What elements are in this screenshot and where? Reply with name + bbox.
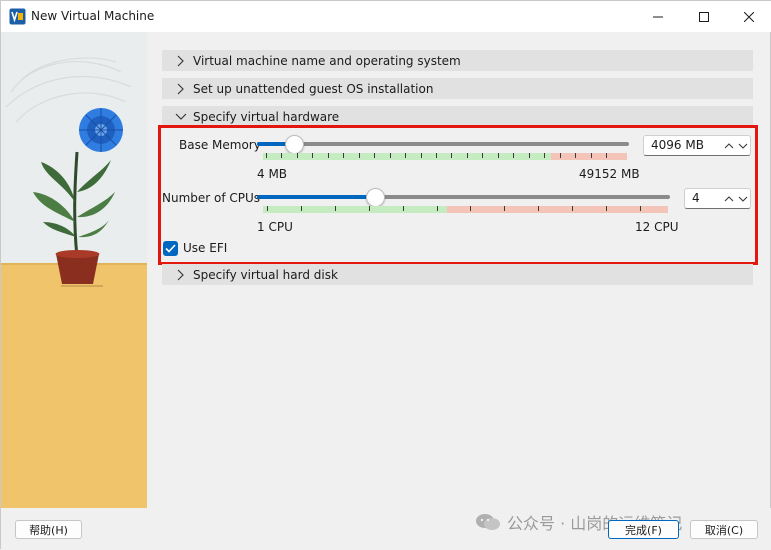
use-efi-checkbox[interactable] (163, 241, 178, 256)
slider-tick (451, 153, 452, 158)
slider-tick (591, 153, 592, 158)
slider-tick (374, 153, 375, 158)
slider-tick (359, 153, 360, 158)
cpu-range-red (447, 206, 668, 213)
slider-tick (312, 153, 313, 158)
window-title: New Virtual Machine (31, 9, 155, 23)
section-virtual-hard-disk[interactable]: Specify virtual hard disk (162, 264, 753, 285)
slider-tick (529, 153, 530, 158)
memory-slider-thumb[interactable] (285, 135, 304, 154)
slider-tick (467, 153, 468, 158)
section-unattended-install[interactable]: Set up unattended guest OS installation (162, 78, 753, 99)
virtualbox-icon (9, 8, 26, 25)
slider-tick (606, 206, 607, 211)
help-button[interactable]: 帮助(H) (15, 520, 82, 539)
cpu-count-label: Number of CPUs (162, 191, 261, 205)
slider-tick (343, 153, 344, 158)
slider-tick (572, 206, 573, 211)
slider-tick (281, 153, 282, 158)
slider-tick (575, 153, 576, 158)
slider-tick (513, 153, 514, 158)
memory-range-green (263, 153, 551, 160)
memory-min-label: 4 MB (257, 167, 288, 181)
slider-tick (470, 206, 471, 211)
slider-tick (504, 206, 505, 211)
memory-range-red (551, 153, 627, 160)
slider-tick (335, 206, 336, 211)
slider-tick (482, 153, 483, 158)
minimize-button[interactable] (635, 1, 681, 32)
slider-tick (538, 206, 539, 211)
slider-tick (297, 153, 298, 158)
memory-max-label: 49152 MB (579, 167, 640, 181)
slider-tick (640, 206, 641, 211)
chevron-right-icon (174, 82, 188, 96)
slider-tick (266, 153, 267, 158)
section-label: Set up unattended guest OS installation (193, 81, 434, 96)
section-virtual-hardware[interactable]: Specify virtual hardware (162, 106, 753, 127)
memory-spinbox[interactable]: 4096 MB (643, 135, 751, 156)
chevron-right-icon (174, 268, 188, 282)
maximize-icon (699, 11, 709, 22)
chevron-down-icon (174, 110, 188, 124)
slider-tick (369, 206, 370, 211)
new-vm-dialog: New Virtual Machine Virtual machine name… (0, 0, 771, 550)
memory-value: 4096 MB (651, 138, 704, 152)
section-name-and-os[interactable]: Virtual machine name and operating syste… (162, 50, 753, 71)
slider-tick (421, 153, 422, 158)
chevron-right-icon (174, 54, 188, 68)
slider-tick (390, 153, 391, 158)
section-label: Specify virtual hard disk (193, 267, 338, 282)
cpu-slider-thumb[interactable] (366, 188, 385, 207)
cpu-min-label: 1 CPU (257, 220, 293, 234)
use-efi-label: Use EFI (183, 241, 228, 255)
chevron-down-icon[interactable] (736, 139, 749, 152)
slider-tick (436, 153, 437, 158)
memory-slider-track[interactable] (257, 142, 629, 146)
flower-pot-illustration (1, 32, 147, 508)
base-memory-label: Base Memory (179, 138, 261, 152)
slider-tick (437, 206, 438, 211)
cpu-slider-fill (257, 195, 375, 199)
cpu-max-label: 12 CPU (635, 220, 679, 234)
close-button[interactable] (726, 1, 771, 32)
minimize-icon (653, 16, 663, 17)
slider-tick (267, 206, 268, 211)
slider-tick (301, 206, 302, 211)
cpu-value: 4 (692, 191, 700, 205)
chevron-up-icon[interactable] (722, 192, 735, 205)
title-bar: New Virtual Machine (1, 1, 771, 32)
cpu-range-green (263, 206, 447, 213)
maximize-button[interactable] (681, 1, 727, 32)
section-label: Specify virtual hardware (193, 109, 340, 124)
cancel-button[interactable]: 取消(C) (690, 520, 758, 539)
wechat-icon (476, 514, 500, 530)
wizard-illustration (1, 32, 147, 508)
checkmark-icon (165, 244, 176, 253)
cpu-spinbox[interactable]: 4 (684, 188, 751, 209)
finish-button[interactable]: 完成(F) (608, 520, 679, 539)
section-label: Virtual machine name and operating syste… (193, 53, 461, 68)
chevron-up-icon[interactable] (722, 139, 735, 152)
slider-tick (544, 153, 545, 158)
slider-tick (498, 153, 499, 158)
slider-tick (403, 206, 404, 211)
chevron-down-icon[interactable] (736, 192, 749, 205)
slider-tick (560, 153, 561, 158)
close-icon (744, 11, 754, 22)
slider-tick (606, 153, 607, 158)
slider-tick (328, 153, 329, 158)
slider-tick (405, 153, 406, 158)
